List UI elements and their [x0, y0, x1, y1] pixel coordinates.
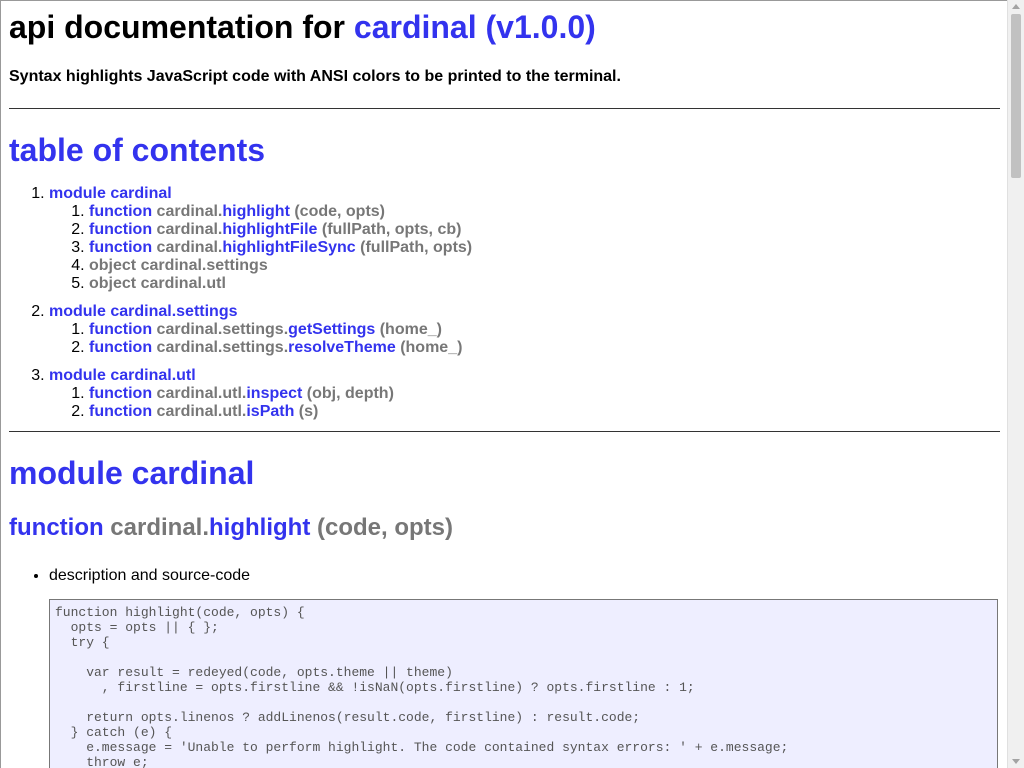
entry-name: inspect — [246, 385, 303, 402]
page-title: api documentation for cardinal (v1.0.0) — [9, 7, 999, 47]
toc-module-link-settings[interactable]: module cardinal.settings — [49, 303, 237, 320]
entry-name: highlightFileSync — [222, 239, 356, 256]
entry-name: highlight — [222, 203, 290, 220]
entry-args: (home_) — [375, 321, 442, 338]
entry-name: highlightFile — [222, 221, 318, 238]
divider — [9, 108, 1000, 109]
toc-entry: object cardinal.settings — [89, 257, 999, 275]
entry-prefix: cardinal. — [156, 239, 223, 256]
function-args: (code, opts) — [310, 514, 453, 541]
entry-args: (fullPath, opts) — [355, 239, 473, 256]
function-keyword: function — [89, 403, 153, 420]
entry-prefix: cardinal.utl. — [156, 385, 247, 402]
toc-entry: function cardinal.highlightFileSync (ful… — [89, 239, 999, 257]
entry-name: isPath — [246, 403, 295, 420]
toc-entry: function cardinal.utl.isPath (s) — [89, 403, 999, 421]
scroll-up-arrow-icon[interactable] — [1012, 4, 1020, 9]
toc-link-highlightfile[interactable]: function cardinal.highlightFile (fullPat… — [89, 221, 461, 238]
toc-entry: function cardinal.settings.resolveTheme … — [89, 339, 999, 357]
toc-entry: function cardinal.utl.inspect (obj, dept… — [89, 385, 999, 403]
function-keyword: function — [89, 221, 153, 238]
toc-module-link-utl[interactable]: module cardinal.utl — [49, 367, 196, 384]
toc-sublist: function cardinal.highlight (code, opts)… — [49, 203, 999, 293]
module-heading: module cardinal — [9, 455, 255, 491]
entry-name: resolveTheme — [288, 339, 396, 356]
function-keyword: function — [89, 385, 153, 402]
toc-link-getsettings[interactable]: function cardinal.settings.getSettings (… — [89, 321, 442, 338]
toc-module-link-cardinal[interactable]: module cardinal — [49, 185, 172, 202]
function-keyword: function — [89, 339, 153, 356]
toc-object-settings: object cardinal.settings — [89, 257, 268, 274]
entry-args: (obj, depth) — [302, 385, 394, 402]
entry-prefix: cardinal.settings. — [156, 321, 289, 338]
document-page: api documentation for cardinal (v1.0.0) … — [0, 0, 1007, 768]
entry-args: (home_) — [395, 339, 463, 356]
function-keyword: function — [89, 239, 153, 256]
entry-args: (fullPath, opts, cb) — [317, 221, 462, 238]
package-name-link[interactable]: cardinal (v1.0.0) — [354, 9, 596, 45]
description-list: description and source-code — [9, 567, 999, 585]
toc-sublist: function cardinal.utl.inspect (obj, dept… — [49, 385, 999, 421]
scroll-down-arrow-icon[interactable] — [1012, 759, 1020, 764]
toc-module-item: module cardinal function cardinal.highli… — [49, 185, 999, 293]
description-item: description and source-code — [49, 567, 999, 585]
entry-args: (s) — [294, 403, 319, 420]
toc-sublist: function cardinal.settings.getSettings (… — [49, 321, 999, 357]
function-prefix: cardinal. — [103, 514, 210, 541]
function-keyword: function — [89, 321, 153, 338]
entry-prefix: cardinal. — [156, 221, 223, 238]
toc-link-resolvetheme[interactable]: function cardinal.settings.resolveTheme … — [89, 339, 462, 356]
toc-entry: object cardinal.utl — [89, 275, 999, 293]
function-keyword: function — [89, 203, 153, 220]
toc-list: module cardinal function cardinal.highli… — [9, 185, 999, 421]
divider — [9, 431, 1000, 432]
toc-entry: function cardinal.highlight (code, opts) — [89, 203, 999, 221]
vertical-scrollbar[interactable] — [1007, 0, 1024, 768]
document-content: api documentation for cardinal (v1.0.0) … — [1, 7, 1007, 768]
scrollbar-thumb[interactable] — [1011, 14, 1021, 178]
entry-args: (code, opts) — [289, 203, 385, 220]
source-code-block[interactable]: function highlight(code, opts) { opts = … — [49, 599, 998, 768]
page-title-prefix: api documentation for — [9, 9, 354, 45]
entry-name: getSettings — [288, 321, 376, 338]
toc-link-highlight[interactable]: function cardinal.highlight (code, opts) — [89, 203, 385, 220]
toc-module-item: module cardinal.settings function cardin… — [49, 303, 999, 357]
function-name: highlight — [209, 514, 311, 541]
toc-link-inspect[interactable]: function cardinal.utl.inspect (obj, dept… — [89, 385, 394, 402]
package-description: Syntax highlights JavaScript code with A… — [9, 68, 621, 85]
toc-link-highlightfilesync[interactable]: function cardinal.highlightFileSync (ful… — [89, 239, 472, 256]
function-heading: function cardinal.highlight (code, opts) — [9, 513, 999, 543]
function-keyword: function — [9, 514, 104, 541]
toc-link-ispath[interactable]: function cardinal.utl.isPath (s) — [89, 403, 318, 420]
toc-entry: function cardinal.highlightFile (fullPat… — [89, 221, 999, 239]
toc-module-item: module cardinal.utl function cardinal.ut… — [49, 367, 999, 421]
entry-prefix: cardinal. — [156, 203, 223, 220]
entry-prefix: cardinal.utl. — [156, 403, 247, 420]
toc-heading: table of contents — [9, 132, 266, 168]
entry-prefix: cardinal.settings. — [156, 339, 289, 356]
toc-entry: function cardinal.settings.getSettings (… — [89, 321, 999, 339]
toc-object-utl: object cardinal.utl — [89, 275, 226, 292]
